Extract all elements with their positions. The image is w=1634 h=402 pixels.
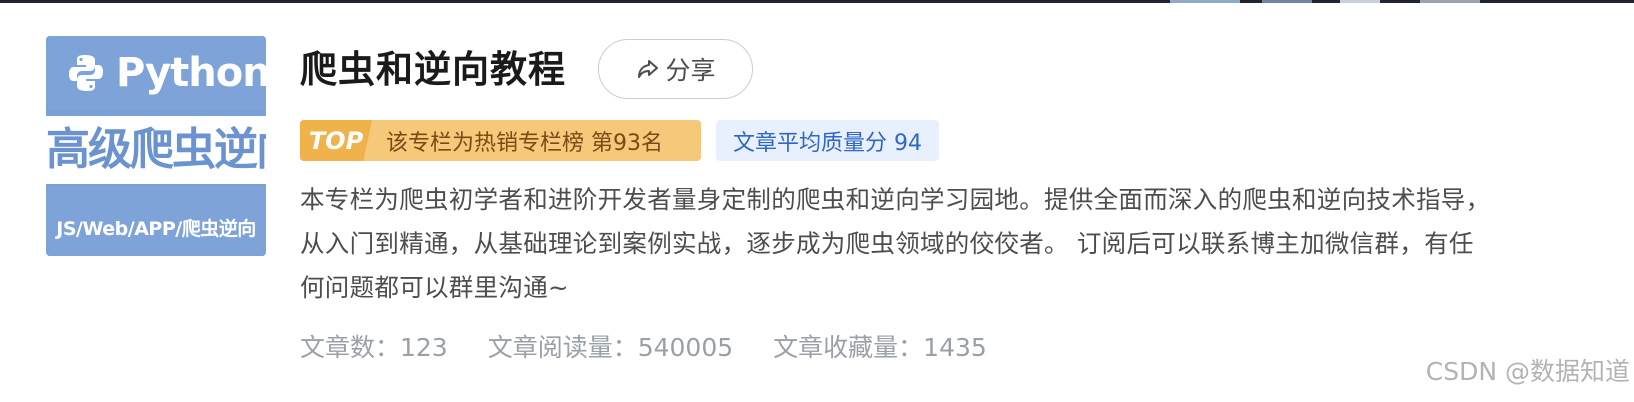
column-stats: 文章数：123 文章阅读量：540005 文章收藏量：1435	[300, 328, 1027, 364]
column-title: 爬虫和逆向教程	[300, 48, 566, 91]
read-count: 文章阅读量：540005	[487, 333, 734, 362]
article-count: 文章数：123	[300, 333, 448, 362]
cover-main-text: 高级爬虫逆向	[46, 124, 266, 175]
share-button-label: 分享	[665, 56, 716, 85]
column-cover-image[interactable]: Python 高级爬虫逆向 JS/Web/APP/爬虫逆向	[46, 36, 266, 256]
top-strip-segment	[1340, 0, 1380, 3]
top-strip-segment	[1420, 0, 1480, 3]
description-line: 何问题都可以群里沟通~	[300, 273, 569, 302]
cover-sub-text: JS/Web/APP/爬虫逆向	[56, 218, 256, 240]
csdn-watermark: CSDN @数据知道	[1425, 357, 1630, 386]
column-description: 本专栏为爬虫初学者和进阶开发者量身定制的爬虫和逆向学习园地。提供全面而深入的爬虫…	[300, 178, 1630, 310]
favorite-count: 文章收藏量：1435	[773, 333, 987, 362]
quality-score-badge[interactable]: 文章平均质量分 94	[716, 120, 939, 161]
top-strip-segment	[1170, 0, 1240, 3]
cover-logo-text: Python	[116, 50, 266, 96]
share-arrow-icon	[638, 60, 659, 78]
hot-ranking-text: 该专栏为热销专栏榜 第93名	[386, 130, 663, 156]
top-tag: TOP	[300, 120, 372, 161]
top-strip-segment	[1262, 0, 1312, 3]
share-button[interactable]: 分享	[598, 39, 753, 99]
hot-ranking-badge[interactable]: TOP 该专栏为热销专栏榜 第93名	[300, 120, 701, 161]
python-logo-icon	[69, 55, 103, 91]
top-strip	[0, 0, 1634, 3]
description-line: 本专栏为爬虫初学者和进阶开发者量身定制的爬虫和逆向学习园地。提供全面而深入的爬虫…	[300, 185, 1491, 214]
description-line: 从入门到精通，从基础理论到案例实战，逐步成为爬虫领域的佼佼者。 订阅后可以联系博…	[300, 229, 1474, 258]
